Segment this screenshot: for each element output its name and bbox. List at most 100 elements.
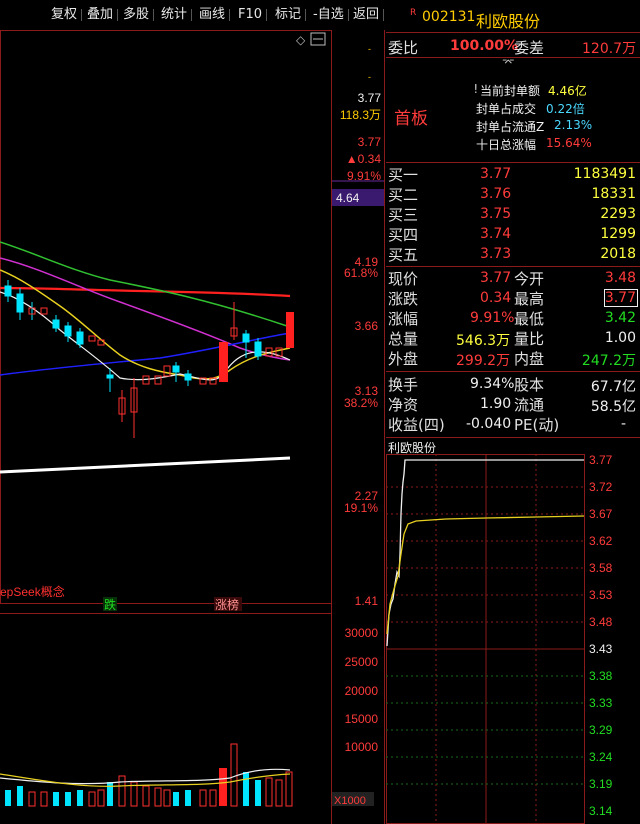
svg-text:-: -	[368, 44, 371, 54]
seal-deal-label: 封单占成交	[476, 102, 537, 116]
ma-yellow-line	[0, 269, 291, 380]
intraday-axis-0: 3.77	[589, 454, 613, 467]
intraday-axis-3: 3.62	[589, 534, 613, 548]
bid3-label: 买三	[388, 206, 419, 224]
zhangfu-label: 涨幅	[388, 310, 419, 328]
bid1-vol: 1183491	[573, 166, 636, 182]
bid3-price[interactable]: 3.75	[480, 206, 511, 222]
stock-name[interactable]: 利欧股份	[476, 8, 540, 32]
toolbar-multistock-button[interactable]: 多股	[120, 4, 155, 26]
waipan-value: 299.2万	[456, 353, 511, 369]
toolbar-overlay-button[interactable]: 叠加	[84, 4, 119, 26]
intraday-axis-7: 3.43	[589, 642, 613, 656]
intraday-axis-9: 3.33	[589, 696, 613, 710]
axis-price-141: 1.41	[355, 594, 379, 608]
zongliang-value: 546.3万	[456, 333, 511, 349]
axis-volume-current: 118.3万	[340, 108, 381, 122]
axis-fib-382: 38.2%	[344, 396, 378, 410]
stock-header: R 002131 利欧股份	[386, 0, 640, 32]
bid3-vol: 2293	[600, 206, 636, 222]
bid1-price[interactable]: 3.77	[480, 166, 511, 182]
jinkai-value: 3.48	[604, 270, 636, 286]
kline-chart[interactable]: ◇ - - 3.77 118.3万 3.77 ▲0.34 9.91% 4.64 …	[0, 30, 385, 824]
zuidi-label: 最低	[514, 310, 545, 328]
intraday-axis-5: 3.53	[589, 588, 613, 602]
quote-panel: R 002131 利欧股份 委比 100.00% 委差 120.7万 ⌤ ǃ 当…	[386, 0, 640, 824]
axis-fib-618: 61.8%	[344, 266, 378, 280]
axis-change: ▲0.34	[346, 152, 382, 166]
vol-axis-30000: 30000	[345, 626, 379, 640]
liutong-label: 流通	[514, 396, 545, 414]
liangbi-value: 1.00	[604, 330, 636, 346]
board-label: 首板	[394, 109, 428, 129]
vol-axis-25000: 25000	[345, 655, 379, 669]
weicha-value: 120.7万	[582, 41, 637, 57]
bid5-label: 买五	[388, 246, 419, 264]
weibi-label: 委比	[388, 39, 419, 57]
intraday-axis-13: 3.14	[589, 804, 613, 818]
shouyi-label: 收益(四)	[388, 416, 445, 434]
concept-label[interactable]: epSeek概念	[0, 584, 65, 599]
svg-text:-: -	[368, 72, 371, 82]
seal-deal: 0.22倍	[546, 102, 585, 116]
vol-axis-10000: 10000	[345, 740, 379, 754]
volume-bars	[0, 743, 293, 807]
bid5-vol: 2018	[600, 246, 636, 262]
bid5-price[interactable]: 3.73	[480, 246, 511, 262]
seal-float: 2.13%	[554, 118, 593, 132]
xianjia-value: 3.77	[480, 270, 512, 286]
bid2-label: 买二	[388, 186, 419, 204]
intraday-axis-10: 3.29	[589, 723, 613, 737]
intraday-axis-1: 3.72	[589, 480, 613, 494]
vol-axis-20000: 20000	[345, 684, 379, 698]
diamond-icon[interactable]: ◇	[296, 33, 306, 47]
jinkai-label: 今开	[514, 270, 545, 288]
guben-label: 股本	[514, 376, 545, 394]
vol-axis-15000: 15000	[345, 712, 379, 726]
collapse-icon[interactable]: ⌤	[502, 56, 515, 69]
zuidi-value: 3.42	[604, 310, 636, 326]
neipan-value: 247.2万	[581, 353, 636, 369]
liangbi-label: 量比	[514, 330, 545, 348]
jingzi-value: 1.90	[480, 396, 512, 412]
zuigao-label: 最高	[514, 290, 545, 308]
intraday-axis-8: 3.38	[589, 669, 613, 683]
seal-float-label: 封单占流通Z	[476, 120, 545, 134]
weibi-value: 100.00%	[450, 38, 519, 54]
toolbar-draw-button[interactable]: 画线	[196, 4, 231, 26]
toolbar-watchlist-button[interactable]: -自选	[310, 4, 349, 26]
tag-die[interactable]: 跌	[104, 597, 116, 612]
bid4-price[interactable]: 3.74	[480, 226, 511, 242]
bid1-label: 买一	[388, 166, 419, 184]
intraday-axis-2: 3.67	[589, 507, 613, 521]
toolbar-fuquan-button[interactable]: 复权	[48, 4, 83, 26]
bid2-vol: 18331	[591, 186, 636, 202]
bid2-price[interactable]: 3.76	[480, 186, 511, 202]
toolbar-mark-button[interactable]: 标记	[272, 4, 307, 26]
stock-code: 002131	[422, 9, 476, 25]
intraday-axis-12: 3.19	[589, 777, 613, 791]
pe-label: PE(动)	[514, 416, 560, 434]
zhangdie-value: 0.34	[480, 290, 512, 306]
vol-axis-unit: X1000	[334, 795, 366, 807]
chart-toolbar: 复权 叠加 多股 统计 画线 F10 标记 -自选 返回	[0, 0, 385, 30]
stock-flag: R	[410, 8, 417, 18]
toolbar-stats-button[interactable]: 统计	[158, 4, 193, 26]
weicha-label: 委差	[514, 39, 545, 57]
waipan-label: 外盘	[388, 350, 419, 368]
intraday-chart[interactable]: 3.77 3.72 3.67 3.62 3.58 3.53 3.48 3.43 …	[386, 454, 640, 824]
liutong-value: 58.5亿	[590, 399, 636, 415]
axis-cursor-value: 4.64	[336, 191, 360, 205]
toolbar-back-button[interactable]: 返回	[350, 4, 385, 26]
zhangfu-value: 9.91%	[470, 310, 515, 326]
tag-zhangbang[interactable]: 涨榜	[215, 597, 239, 612]
seal-amount-label: 当前封单额	[480, 84, 541, 98]
trend-line	[0, 456, 291, 474]
seal-amount: 4.46亿	[548, 84, 587, 98]
axis-price-366: 3.66	[355, 319, 379, 333]
toolbar-f10-button[interactable]: F10	[235, 4, 268, 26]
zhangdie-label: 涨跌	[388, 290, 419, 308]
pin-icon: ǃ	[474, 82, 478, 96]
axis-price-high: 3.77	[358, 135, 382, 149]
ten-day-label: 十日总涨幅	[476, 138, 537, 152]
